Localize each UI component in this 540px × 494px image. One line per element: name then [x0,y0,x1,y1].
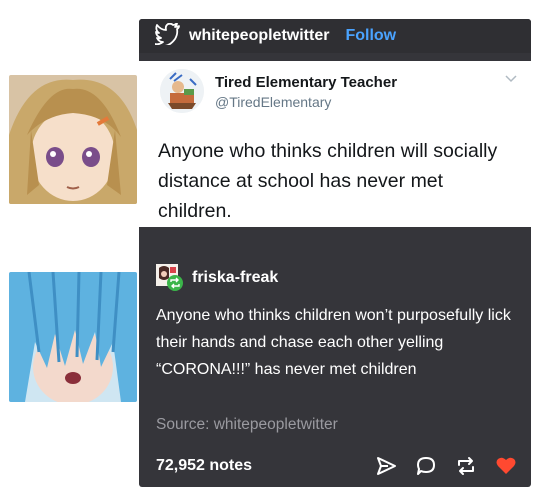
share-icon[interactable] [375,455,397,477]
anime-thumbnail-blue-hair [9,272,137,402]
post-source-link[interactable]: Source: whitepeopletwitter [156,416,338,434]
reblogger-avatar[interactable] [156,264,184,292]
like-icon[interactable] [495,455,517,477]
notes-count[interactable]: 72,952 notes [156,457,252,475]
tumblr-post: whitepeopletwitter Follow Tired Elementa… [139,19,531,487]
reply-icon[interactable] [415,455,437,477]
post-header: whitepeopletwitter Follow [139,19,531,53]
tweet-display-name: Tired Elementary Teacher [215,74,398,91]
post-blog-name[interactable]: whitepeopletwitter [189,27,329,45]
follow-button[interactable]: Follow [345,27,396,45]
like-heart-shape [496,457,516,474]
post-footer: 72,952 notes [139,451,531,487]
anime-thumbnail-blonde [9,75,137,204]
post-actions [375,455,517,477]
reblog-icon[interactable] [455,455,477,477]
twitter-bird-icon [154,21,181,50]
tweet-text: Anyone who thinks children will socially… [158,140,498,222]
embedded-tweet-image: Tired Elementary Teacher @TiredElementar… [139,61,531,227]
tweet-handle: @TiredElementary [215,94,332,110]
tweet-avatar [160,69,204,113]
reblogger-name[interactable]: friska-freak [192,269,278,287]
reblog-header: friska-freak [156,262,278,294]
reblog-text: Anyone who thinks children won’t purpose… [156,307,511,378]
